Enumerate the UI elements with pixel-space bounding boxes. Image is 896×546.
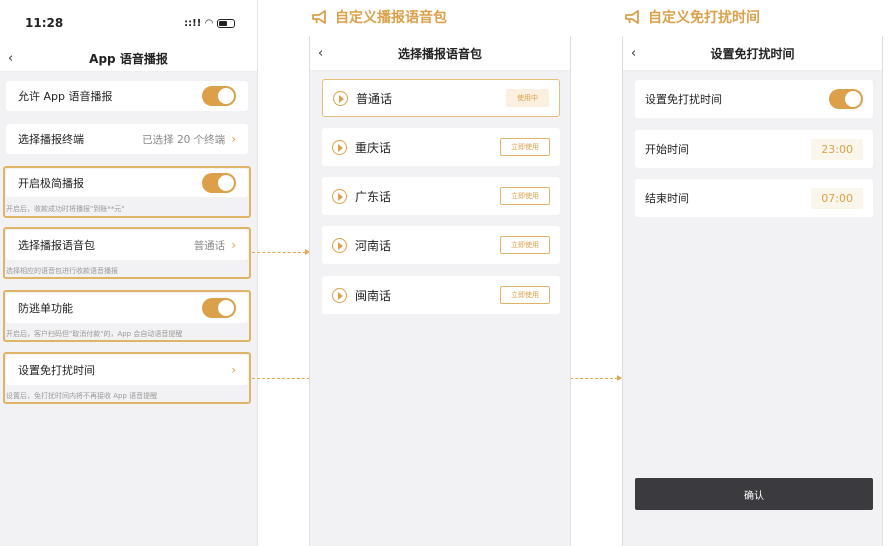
voice-pack-hint: 选择相应的语音包进行收款语音播报 [6, 267, 118, 275]
megaphone-icon [312, 10, 326, 24]
phone-dnd-time: ‹ 设置免打扰时间 设置免打扰时间 开始时间 23:00 结束时间 07:00 … [622, 36, 883, 546]
voice-option[interactable]: 闽南话 立即使用 [322, 276, 560, 314]
terminal-row[interactable]: 选择播报终端 已选择 20 个终端 › [6, 124, 248, 154]
dnd-hint: 设置后，免打扰时间内将不再接收 App 语音提醒 [6, 392, 158, 400]
terminal-value: 已选择 20 个终端 [142, 133, 226, 146]
dnd-toggle[interactable] [829, 89, 863, 109]
simple-mode-row: 开启极简播报 [6, 169, 248, 197]
play-icon[interactable] [332, 139, 347, 155]
page-title: 设置免打扰时间 [710, 46, 795, 61]
back-icon[interactable]: ‹ [631, 46, 636, 61]
voice-pack-section-header: 自定义播报语音包 [311, 7, 447, 27]
play-icon[interactable] [332, 237, 347, 253]
nav-bar: ‹ App 语音播报 [0, 46, 257, 72]
voice-option[interactable]: 普通话 使用中 [322, 79, 560, 117]
dnd-label: 设置免打扰时间 [18, 364, 95, 377]
connector-line-voice [252, 252, 306, 253]
voice-name: 普通话 [356, 91, 393, 106]
voice-name: 重庆话 [355, 140, 392, 155]
use-now-button[interactable]: 立即使用 [500, 187, 550, 205]
end-time-value[interactable]: 07:00 [811, 187, 863, 209]
back-icon[interactable]: ‹ [318, 46, 323, 61]
terminal-label: 选择播报终端 [18, 133, 84, 146]
play-icon[interactable] [333, 90, 348, 106]
anti-escape-label: 防逃单功能 [18, 302, 73, 315]
dnd-toggle-label: 设置免打扰时间 [645, 93, 722, 106]
allow-voice-toggle[interactable] [202, 86, 236, 106]
end-time-row[interactable]: 结束时间 07:00 [635, 179, 873, 217]
end-time-label: 结束时间 [645, 192, 689, 205]
use-now-button[interactable]: 立即使用 [500, 138, 550, 156]
voice-option[interactable]: 河南话 立即使用 [322, 226, 560, 264]
dnd-section-header: 自定义免打扰时间 [624, 7, 760, 27]
phone-voice-pack: ‹ 选择播报语音包 普通话 使用中 重庆话 立即使用 广东话 立即使用 河南话 … [309, 36, 571, 546]
megaphone-icon [625, 10, 639, 24]
voice-option[interactable]: 广东话 立即使用 [322, 177, 560, 215]
start-time-label: 开始时间 [645, 143, 689, 156]
voice-option[interactable]: 重庆话 立即使用 [322, 128, 560, 166]
status-icons: ::!! ◠ [184, 18, 235, 29]
phone-app-voice-settings: 11:28 ::!! ◠ ‹ App 语音播报 允许 App 语音播报 选择播报… [0, 0, 258, 546]
anti-escape-row: 防逃单功能 [6, 293, 248, 323]
chevron-right-icon: › [231, 132, 236, 146]
wifi-icon: ◠ [205, 17, 213, 29]
dnd-section-title: 自定义免打扰时间 [648, 10, 760, 26]
voice-name: 闽南话 [355, 288, 392, 303]
dnd-row[interactable]: 设置免打扰时间 › [6, 355, 248, 385]
chevron-right-icon: › [231, 238, 236, 252]
status-time: 11:28 [25, 16, 64, 30]
dnd-toggle-row: 设置免打扰时间 [635, 80, 873, 118]
back-icon[interactable]: ‹ [8, 51, 13, 66]
voice-in-use-badge: 使用中 [506, 89, 549, 107]
nav-bar: ‹ 选择播报语音包 [310, 36, 570, 71]
battery-icon [217, 18, 235, 28]
voice-pack-section-title: 自定义播报语音包 [335, 10, 447, 26]
voice-name: 广东话 [355, 189, 392, 204]
use-now-button[interactable]: 立即使用 [500, 236, 550, 254]
simple-mode-label: 开启极简播报 [18, 177, 84, 190]
use-now-button[interactable]: 立即使用 [500, 286, 550, 304]
chevron-right-icon: › [231, 363, 236, 377]
page-title: 选择播报语音包 [397, 46, 482, 61]
voice-pack-row[interactable]: 选择播报语音包 普通话 › [6, 230, 248, 260]
start-time-value[interactable]: 23:00 [811, 138, 863, 160]
anti-escape-toggle[interactable] [202, 298, 236, 318]
allow-voice-row: 允许 App 语音播报 [6, 81, 248, 111]
nav-bar: ‹ 设置免打扰时间 [623, 36, 882, 71]
voice-name: 河南话 [355, 238, 392, 253]
voice-pack-label: 选择播报语音包 [18, 239, 95, 252]
play-icon[interactable] [332, 287, 347, 303]
signal-icon: ::!! [184, 17, 202, 29]
play-icon[interactable] [332, 188, 347, 204]
simple-mode-toggle[interactable] [202, 173, 236, 193]
voice-pack-value: 普通话 [193, 239, 226, 252]
confirm-button[interactable]: 确认 [635, 478, 873, 510]
page-title: App 语音播报 [89, 52, 168, 66]
anti-escape-hint: 开启后，客户扫码但"取消付款"的，App 会自动语音提醒 [6, 330, 183, 338]
start-time-row[interactable]: 开始时间 23:00 [635, 130, 873, 168]
simple-mode-hint: 开启后，收款成功时将播报"到账**元" [6, 205, 125, 213]
allow-voice-label: 允许 App 语音播报 [18, 90, 113, 103]
status-bar: 11:28 ::!! ◠ [0, 0, 257, 46]
